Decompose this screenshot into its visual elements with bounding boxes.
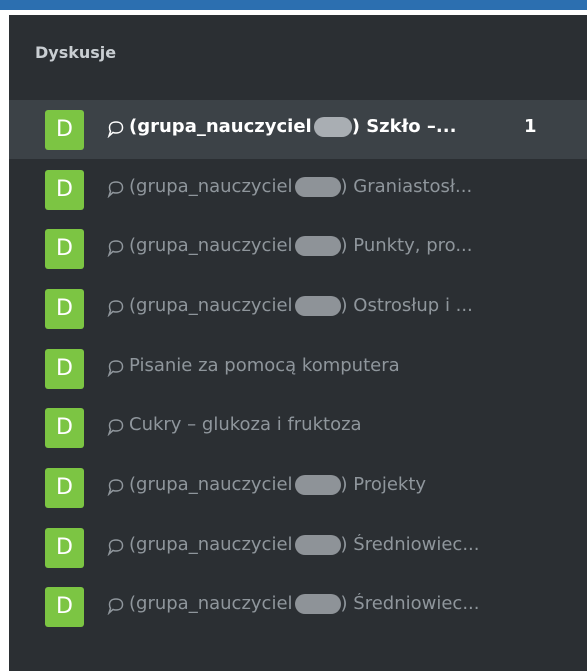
conversation-title-text: ) Średniowiec... bbox=[340, 593, 480, 614]
conversation-title-prefix: (grupa_nauczyciel bbox=[129, 176, 293, 197]
conversation-title-text: ) Ostrosłup i ... bbox=[340, 295, 473, 316]
conversation-title-prefix: (grupa_nauczyciel bbox=[129, 116, 312, 137]
conversation-title-prefix: (grupa_nauczyciel bbox=[129, 474, 293, 495]
discussion-header: Dyskusje bbox=[35, 43, 117, 62]
conversation-title: (grupa_nauczyciel ) Szkło –... bbox=[129, 116, 515, 137]
chat-bubble-icon bbox=[107, 360, 124, 377]
conversation-title-prefix: (grupa_nauczyciel bbox=[129, 593, 293, 614]
avatar: D bbox=[45, 229, 84, 269]
discussion-window: Dyskusje D (grupa_nauczyciel ) Szkło –... 1… bbox=[0, 0, 587, 671]
redacted-text bbox=[294, 594, 341, 614]
conversation-item[interactable]: D Cukry – glukoza i fruktoza bbox=[9, 398, 587, 457]
chat-bubble-icon bbox=[107, 479, 124, 496]
chat-bubble-icon bbox=[107, 181, 124, 198]
avatar: D bbox=[45, 110, 84, 150]
conversation-item[interactable]: D (grupa_nauczyciel ) Ostrosłup i ... bbox=[9, 279, 587, 338]
conversation-item[interactable]: D (grupa_nauczyciel ) Graniastosł... bbox=[9, 160, 587, 219]
chat-bubble-icon bbox=[107, 419, 124, 436]
chat-bubble-icon bbox=[107, 539, 124, 556]
avatar: D bbox=[45, 289, 84, 329]
conversation-title-text: ) Średniowiec... bbox=[340, 534, 480, 555]
conversation-title-text: ) Graniastosł... bbox=[340, 176, 473, 197]
avatar: D bbox=[45, 468, 84, 508]
chat-bubble-icon bbox=[107, 121, 124, 138]
conversation-item[interactable]: D (grupa_nauczyciel ) Projekty bbox=[9, 458, 587, 517]
redacted-text bbox=[294, 236, 341, 256]
avatar: D bbox=[45, 587, 84, 627]
conversation-title-text: ) Projekty bbox=[340, 474, 427, 495]
conversation-title: (grupa_nauczyciel ) Ostrosłup i ... bbox=[129, 295, 549, 316]
redacted-text bbox=[294, 177, 341, 197]
unread-count: 1 bbox=[524, 116, 537, 137]
redacted-text bbox=[313, 117, 352, 137]
avatar: D bbox=[45, 170, 84, 210]
conversation-item[interactable]: D (grupa_nauczyciel ) Średniowiec... bbox=[9, 577, 587, 636]
conversation-title: (grupa_nauczyciel ) Projekty bbox=[129, 474, 549, 495]
chat-bubble-icon bbox=[107, 240, 124, 257]
redacted-text bbox=[294, 535, 341, 555]
conversation-title: (grupa_nauczyciel ) Średniowiec... bbox=[129, 593, 549, 614]
redacted-text bbox=[294, 296, 341, 316]
conversation-title: (grupa_nauczyciel ) Punkty, pro... bbox=[129, 235, 549, 256]
conversation-title-prefix: (grupa_nauczyciel bbox=[129, 235, 293, 256]
conversation-title-text: Pisanie za pomocą komputera bbox=[129, 355, 400, 376]
redacted-text bbox=[294, 475, 341, 495]
conversation-title: Pisanie za pomocą komputera bbox=[129, 355, 549, 376]
conversation-item[interactable]: D (grupa_nauczyciel ) Średniowiec... bbox=[9, 518, 587, 577]
chat-bubble-icon bbox=[107, 598, 124, 615]
conversation-item[interactable]: D Pisanie za pomocą komputera bbox=[9, 339, 587, 398]
conversation-title-prefix: (grupa_nauczyciel bbox=[129, 295, 293, 316]
avatar: D bbox=[45, 349, 84, 389]
conversation-title: (grupa_nauczyciel ) Średniowiec... bbox=[129, 534, 549, 555]
conversation-item[interactable]: D (grupa_nauczyciel ) Szkło –... 1 bbox=[9, 100, 587, 159]
avatar: D bbox=[45, 528, 84, 568]
conversation-title: Cukry – glukoza i fruktoza bbox=[129, 414, 549, 435]
avatar: D bbox=[45, 408, 84, 448]
conversation-title-text: ) Punkty, pro... bbox=[340, 235, 473, 256]
window-top-bar bbox=[0, 0, 587, 10]
chat-bubble-icon bbox=[107, 300, 124, 317]
conversation-title-text: ) Szkło –... bbox=[351, 116, 457, 137]
conversation-item[interactable]: D (grupa_nauczyciel ) Punkty, pro... bbox=[9, 219, 587, 278]
conversation-title-prefix: (grupa_nauczyciel bbox=[129, 534, 293, 555]
conversation-title-text: Cukry – glukoza i fruktoza bbox=[129, 414, 362, 435]
conversation-title: (grupa_nauczyciel ) Graniastosł... bbox=[129, 176, 549, 197]
